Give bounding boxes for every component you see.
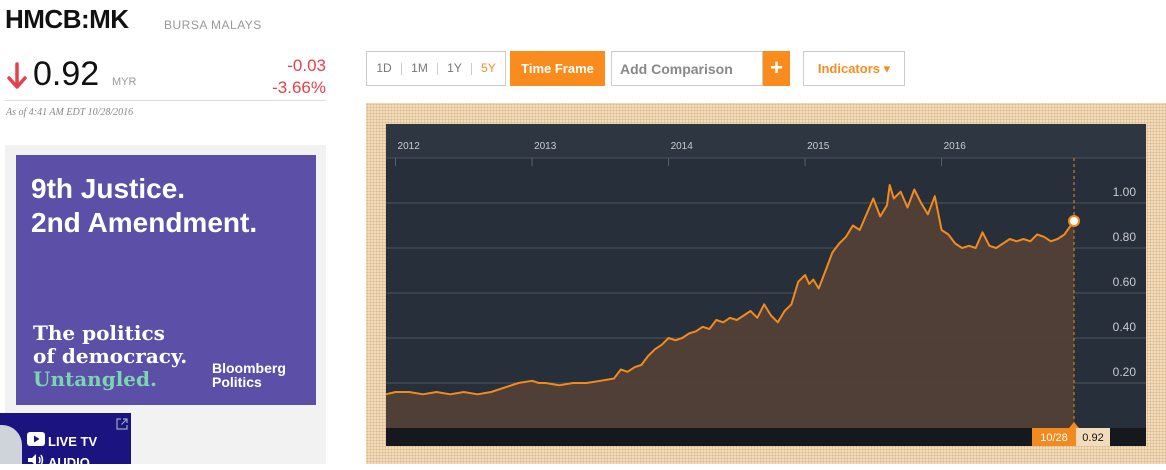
ticker-symbol: HMCB:MK xyxy=(5,4,129,34)
quote-divider xyxy=(5,100,326,101)
speaker-icon[interactable] xyxy=(27,453,45,467)
add-comparison-button[interactable]: + xyxy=(763,51,790,86)
x-tick-label: 2015 xyxy=(807,141,830,152)
time-frame-button[interactable]: Time Frame xyxy=(510,51,605,86)
add-comparison-field xyxy=(611,51,763,86)
price-chart[interactable]: 2012 2013 2014 2015 2016 0.20 0.40 0.60 0.80 1.0… xyxy=(386,124,1146,446)
range-button-1d[interactable]: 1D xyxy=(367,52,401,85)
y-tick-label: 0.40 xyxy=(1113,320,1137,334)
indicators-dropdown[interactable]: Indicators ▾ xyxy=(803,51,905,86)
ad-brand-line-2: Politics xyxy=(212,374,262,390)
range-button-1m[interactable]: 1M xyxy=(402,52,437,85)
as-of-timestamp: As of 4:41 AM EDT 10/28/2016 xyxy=(6,107,134,118)
value-label: 0.92 xyxy=(1082,432,1103,444)
currency: MYR xyxy=(112,76,137,88)
ad-brand-line-1: Bloomberg xyxy=(212,360,286,376)
last-point-marker[interactable] xyxy=(1068,215,1080,227)
live-tv-label[interactable]: LIVE TV xyxy=(48,434,97,449)
audio-label[interactable]: AUDIO xyxy=(48,455,90,470)
y-tick-label: 0.80 xyxy=(1113,230,1137,244)
x-tick-label: 2013 xyxy=(534,141,557,152)
exchange-name: BURSA MALAYS xyxy=(164,18,262,32)
arrow-down-icon xyxy=(7,62,27,89)
x-axis-bar xyxy=(386,124,1146,158)
y-tick-label: 1.00 xyxy=(1113,185,1137,199)
popout-icon[interactable] xyxy=(116,418,128,430)
range-button-1y[interactable]: 1Y xyxy=(438,52,471,85)
x-tick-label: 2012 xyxy=(398,141,421,152)
price-change-percent: -3.66% xyxy=(272,78,326,97)
ad-subline-1: The politics xyxy=(33,321,165,345)
ad-headline-2: 2nd Amendment. xyxy=(31,207,258,238)
ad-subline-2: of democracy. xyxy=(33,344,188,368)
ad-headline-1: 9th Justice. xyxy=(31,173,186,204)
range-selector: 1D 1M 1Y 5Y xyxy=(366,51,506,86)
play-icon[interactable] xyxy=(27,432,45,446)
date-label: 10/28 xyxy=(1040,432,1068,444)
add-comparison-input[interactable] xyxy=(620,52,758,85)
price-change: -0.03 xyxy=(287,56,326,75)
ad-subline-3: Untangled. xyxy=(33,367,157,391)
last-price: 0.92 xyxy=(33,55,100,93)
x-tick-label: 2014 xyxy=(671,141,694,152)
y-tick-label: 0.20 xyxy=(1113,365,1137,379)
range-button-5y[interactable]: 5Y xyxy=(472,52,505,85)
y-tick-label: 0.60 xyxy=(1113,275,1137,289)
x-tick-label: 2016 xyxy=(944,141,967,152)
